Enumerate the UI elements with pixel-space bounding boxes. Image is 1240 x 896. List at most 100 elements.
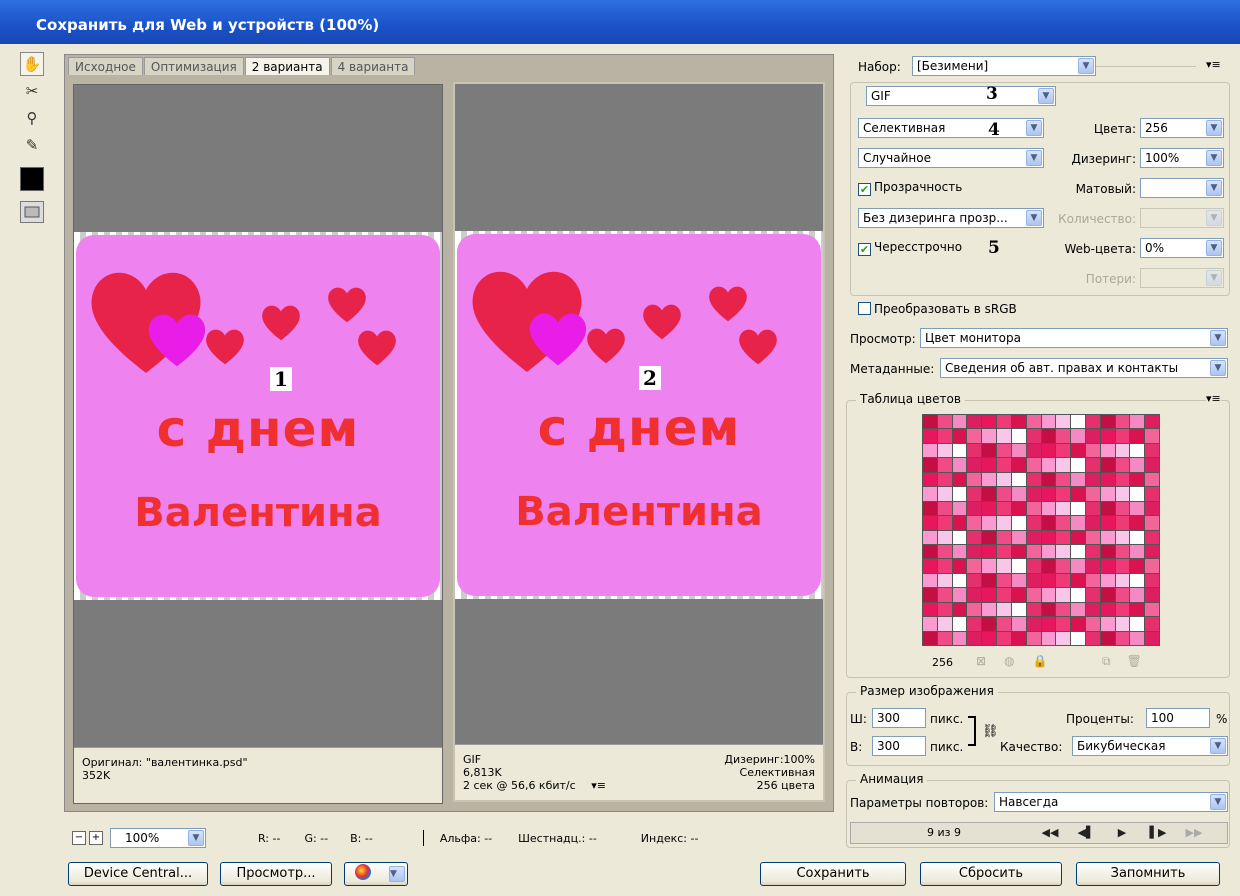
palette-swatch[interactable] (937, 559, 952, 573)
palette-swatch[interactable] (1115, 617, 1130, 631)
device-central-button[interactable]: Device Central... (68, 862, 208, 886)
palette-swatch[interactable] (997, 559, 1011, 573)
palette-swatch[interactable] (923, 530, 937, 544)
palette-swatch[interactable] (1041, 501, 1056, 516)
palette-swatch[interactable] (937, 516, 952, 530)
palette-swatch[interactable] (1071, 559, 1085, 573)
palette-swatch[interactable] (1100, 443, 1115, 458)
color-table-menu-icon[interactable]: ▾≡ (1206, 392, 1221, 405)
palette-swatch[interactable] (967, 487, 982, 501)
palette-swatch[interactable] (1130, 487, 1145, 501)
palette-swatch[interactable] (997, 429, 1011, 443)
palette-swatch[interactable] (997, 472, 1011, 487)
palette-swatch[interactable] (952, 458, 967, 472)
settings-menu-icon[interactable]: ▾≡ (1206, 58, 1221, 71)
palette-swatch[interactable] (1041, 443, 1056, 458)
palette-swatch[interactable] (1041, 588, 1056, 602)
palette-swatch[interactable] (1011, 429, 1026, 443)
palette-swatch[interactable] (1100, 617, 1115, 631)
palette-swatch[interactable] (1026, 573, 1041, 588)
palette-swatch[interactable] (937, 573, 952, 588)
palette-swatch[interactable] (997, 617, 1011, 631)
palette-swatch[interactable] (937, 544, 952, 559)
palette-swatch[interactable] (967, 617, 982, 631)
palette-swatch[interactable] (937, 617, 952, 631)
metadata-select[interactable]: Сведения об авт. правах и контакты ▼ (940, 358, 1228, 378)
palette-swatch[interactable] (952, 530, 967, 544)
palette-swatch[interactable] (937, 443, 952, 458)
palette-swatch[interactable] (1130, 588, 1145, 602)
height-input[interactable]: 300 (872, 736, 926, 756)
palette-swatch[interactable] (1100, 458, 1115, 472)
palette-swatch[interactable] (923, 458, 937, 472)
palette-swatch[interactable] (952, 631, 967, 645)
palette-swatch[interactable] (1100, 501, 1115, 516)
palette-swatch[interactable] (923, 443, 937, 458)
palette-swatch[interactable] (937, 631, 952, 645)
palette-swatch[interactable] (1085, 631, 1100, 645)
palette-swatch[interactable] (997, 588, 1011, 602)
palette-swatch[interactable] (1071, 472, 1085, 487)
palette-swatch[interactable] (937, 472, 952, 487)
palette-swatch[interactable] (1100, 530, 1115, 544)
palette-swatch[interactable] (997, 487, 1011, 501)
palette-swatch[interactable] (937, 487, 952, 501)
preset-select[interactable]: [Безимени] ▼ (912, 56, 1096, 76)
palette-swatch[interactable] (952, 588, 967, 602)
dither-algorithm-select[interactable]: Случайное ▼ (858, 148, 1044, 168)
palette-swatch[interactable] (982, 588, 997, 602)
palette-swatch[interactable] (967, 415, 982, 429)
eyedropper-color-swatch[interactable] (20, 167, 44, 191)
palette-swatch[interactable] (1071, 443, 1085, 458)
palette-swatch[interactable] (1026, 617, 1041, 631)
palette-swatch[interactable] (1085, 588, 1100, 602)
palette-swatch[interactable] (1041, 559, 1056, 573)
palette-swatch[interactable] (997, 602, 1011, 617)
palette-swatch[interactable] (1100, 602, 1115, 617)
palette-swatch[interactable] (982, 559, 997, 573)
palette-swatch[interactable] (997, 458, 1011, 472)
palette-swatch[interactable] (1071, 501, 1085, 516)
web-snap-select[interactable]: 0% ▼ (1140, 238, 1224, 258)
palette-swatch[interactable] (1026, 458, 1041, 472)
palette-swatch[interactable] (1115, 487, 1130, 501)
palette-swatch[interactable] (1130, 544, 1145, 559)
tab-2-up[interactable]: 2 варианта (244, 57, 330, 75)
palette-swatch[interactable] (1145, 472, 1159, 487)
palette-swatch[interactable] (1026, 443, 1041, 458)
palette-swatch[interactable] (1026, 544, 1041, 559)
palette-swatch[interactable] (967, 588, 982, 602)
palette-swatch[interactable] (1041, 544, 1056, 559)
palette-swatch[interactable] (1115, 501, 1130, 516)
color-reduction-select[interactable]: Селективная ▼ (858, 118, 1044, 138)
palette-swatch[interactable] (1056, 602, 1071, 617)
palette-swatch[interactable] (997, 415, 1011, 429)
palette-swatch[interactable] (1145, 487, 1159, 501)
palette-swatch[interactable] (1041, 617, 1056, 631)
palette-swatch[interactable] (937, 429, 952, 443)
palette-swatch[interactable] (1100, 415, 1115, 429)
palette-swatch[interactable] (1100, 516, 1115, 530)
convert-srgb-checkbox[interactable]: Преобразовать в sRGB (858, 302, 1017, 316)
quality-select[interactable]: Бикубическая ▼ (1072, 736, 1228, 756)
palette-swatch[interactable] (937, 602, 952, 617)
palette-swatch[interactable] (967, 443, 982, 458)
tab-optimized[interactable]: Оптимизация (143, 57, 244, 75)
palette-swatch[interactable] (1100, 573, 1115, 588)
palette-swatch[interactable] (952, 617, 967, 631)
palette-swatch[interactable] (1130, 573, 1145, 588)
palette-swatch[interactable] (923, 617, 937, 631)
palette-swatch[interactable] (997, 501, 1011, 516)
palette-swatch[interactable] (997, 573, 1011, 588)
palette-swatch[interactable] (1145, 573, 1159, 588)
palette-swatch[interactable] (1115, 516, 1130, 530)
palette-swatch[interactable] (1100, 588, 1115, 602)
palette-swatch[interactable] (1056, 573, 1071, 588)
palette-swatch[interactable] (1085, 573, 1100, 588)
palette-swatch[interactable] (1115, 530, 1130, 544)
palette-swatch[interactable] (967, 516, 982, 530)
palette-swatch[interactable] (1071, 530, 1085, 544)
zoom-level-select[interactable]: 100% ▼ (110, 828, 206, 848)
amount-select[interactable]: ▼ (1140, 208, 1224, 228)
palette-swatch[interactable] (1071, 487, 1085, 501)
